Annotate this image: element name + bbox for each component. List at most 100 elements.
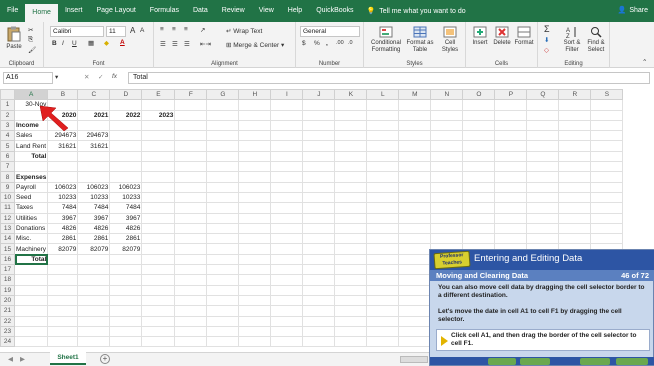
row-header[interactable]: 3 bbox=[0, 119, 15, 132]
cell-o6[interactable] bbox=[462, 150, 496, 163]
cell-c20[interactable] bbox=[77, 294, 111, 307]
cell-c19[interactable] bbox=[77, 284, 111, 296]
cell-s1[interactable] bbox=[590, 99, 624, 111]
cell-m10[interactable] bbox=[398, 191, 432, 204]
cell-b12[interactable]: 3967 bbox=[47, 212, 79, 224]
cell-r11[interactable] bbox=[558, 202, 592, 214]
cell-q5[interactable] bbox=[526, 140, 560, 152]
cell-d22[interactable] bbox=[109, 315, 143, 327]
cell-c12[interactable]: 3967 bbox=[77, 212, 111, 224]
cell-h12[interactable] bbox=[238, 212, 272, 224]
cell-e11[interactable] bbox=[141, 202, 176, 214]
cell-k17[interactable] bbox=[334, 264, 368, 276]
cell-g19[interactable] bbox=[206, 284, 240, 296]
formula-input[interactable]: Total bbox=[128, 72, 650, 84]
cell-i22[interactable] bbox=[270, 315, 304, 327]
cell-j21[interactable] bbox=[302, 305, 336, 317]
cell-a15[interactable]: Machinery bbox=[13, 243, 49, 255]
cell-h19[interactable] bbox=[238, 284, 272, 296]
cell-i7[interactable] bbox=[270, 161, 304, 173]
cell-m5[interactable] bbox=[398, 140, 432, 152]
cell-f19[interactable] bbox=[174, 284, 208, 296]
cell-h20[interactable] bbox=[238, 294, 272, 307]
cell-l19[interactable] bbox=[366, 284, 400, 296]
cell-k8[interactable] bbox=[334, 171, 368, 183]
row-header[interactable]: 10 bbox=[0, 191, 15, 204]
cell-j20[interactable] bbox=[302, 294, 336, 307]
tutorial-back-button[interactable] bbox=[580, 358, 610, 365]
cell-r12[interactable] bbox=[558, 212, 592, 224]
tab-review[interactable]: Review bbox=[215, 0, 252, 22]
cell-s7[interactable] bbox=[590, 161, 624, 173]
cell-s12[interactable] bbox=[590, 212, 624, 224]
cell-g17[interactable] bbox=[206, 264, 240, 276]
cell-d15[interactable]: 82079 bbox=[109, 243, 143, 255]
cell-n8[interactable] bbox=[430, 171, 464, 183]
cell-h2[interactable] bbox=[238, 109, 272, 121]
cell-c15[interactable]: 82079 bbox=[77, 243, 111, 255]
increase-font-icon[interactable]: A bbox=[130, 26, 135, 35]
cell-b8[interactable] bbox=[47, 171, 79, 183]
font-size-select[interactable]: 11 bbox=[106, 26, 126, 37]
cell-g10[interactable] bbox=[206, 191, 240, 204]
cell-q3[interactable] bbox=[526, 119, 560, 132]
cell-i19[interactable] bbox=[270, 284, 304, 296]
cell-r6[interactable] bbox=[558, 150, 592, 163]
cell-a5[interactable]: Land Rent bbox=[13, 140, 49, 152]
cell-r8[interactable] bbox=[558, 171, 592, 183]
cell-p5[interactable] bbox=[494, 140, 528, 152]
cell-l8[interactable] bbox=[366, 171, 400, 183]
row-header[interactable]: 1 bbox=[0, 99, 15, 111]
tab-help[interactable]: Help bbox=[281, 0, 309, 22]
cell-i1[interactable] bbox=[270, 99, 304, 111]
conditional-formatting-button[interactable]: Conditional Formatting bbox=[370, 26, 402, 54]
cell-h16[interactable] bbox=[238, 253, 272, 266]
cell-f16[interactable] bbox=[174, 253, 208, 266]
cell-k9[interactable] bbox=[334, 181, 368, 193]
name-box-dropdown-icon[interactable]: ▾ bbox=[55, 73, 58, 81]
cell-l11[interactable] bbox=[366, 202, 400, 214]
cell-e3[interactable] bbox=[141, 119, 176, 132]
cell-c17[interactable] bbox=[77, 264, 111, 276]
cell-e1[interactable] bbox=[141, 99, 176, 111]
cell-e14[interactable] bbox=[141, 233, 176, 245]
tab-formulas[interactable]: Formulas bbox=[143, 0, 186, 22]
cell-g7[interactable] bbox=[206, 161, 240, 173]
cell-h10[interactable] bbox=[238, 191, 272, 204]
tab-page-layout[interactable]: Page Layout bbox=[89, 0, 142, 22]
cell-l14[interactable] bbox=[366, 233, 400, 245]
cell-d20[interactable] bbox=[109, 294, 143, 307]
tutorial-options-button[interactable] bbox=[520, 358, 550, 365]
cell-d1[interactable] bbox=[109, 99, 143, 111]
cell-d5[interactable] bbox=[109, 140, 143, 152]
column-header-o[interactable]: O bbox=[462, 88, 496, 101]
column-header-n[interactable]: N bbox=[430, 88, 464, 101]
cell-e2[interactable]: 2023 bbox=[141, 109, 176, 121]
cell-f11[interactable] bbox=[174, 202, 208, 214]
tab-data[interactable]: Data bbox=[186, 0, 215, 22]
cell-p14[interactable] bbox=[494, 233, 528, 245]
cell-b24[interactable] bbox=[47, 336, 79, 348]
cell-h13[interactable] bbox=[238, 222, 272, 235]
cell-m9[interactable] bbox=[398, 181, 432, 193]
tell-me-box[interactable]: 💡 Tell me what you want to do bbox=[367, 7, 466, 16]
decrease-font-icon[interactable]: A bbox=[140, 27, 144, 34]
italic-button[interactable]: I bbox=[62, 40, 64, 47]
cell-m11[interactable] bbox=[398, 202, 432, 214]
cell-r2[interactable] bbox=[558, 109, 592, 121]
cell-l20[interactable] bbox=[366, 294, 400, 307]
cell-h18[interactable] bbox=[238, 274, 272, 286]
cell-m20[interactable] bbox=[398, 294, 432, 307]
fill-icon[interactable]: ⬇ bbox=[544, 36, 549, 44]
cell-o13[interactable] bbox=[462, 222, 496, 235]
cell-n14[interactable] bbox=[430, 233, 464, 245]
cell-f21[interactable] bbox=[174, 305, 208, 317]
cancel-entry-icon[interactable]: ✕ bbox=[84, 73, 89, 81]
cell-p3[interactable] bbox=[494, 119, 528, 132]
cell-m19[interactable] bbox=[398, 284, 432, 296]
cell-r9[interactable] bbox=[558, 181, 592, 193]
cell-b9[interactable]: 106023 bbox=[47, 181, 79, 193]
cell-j6[interactable] bbox=[302, 150, 336, 163]
cell-d13[interactable]: 4826 bbox=[109, 222, 143, 235]
cell-d19[interactable] bbox=[109, 284, 143, 296]
